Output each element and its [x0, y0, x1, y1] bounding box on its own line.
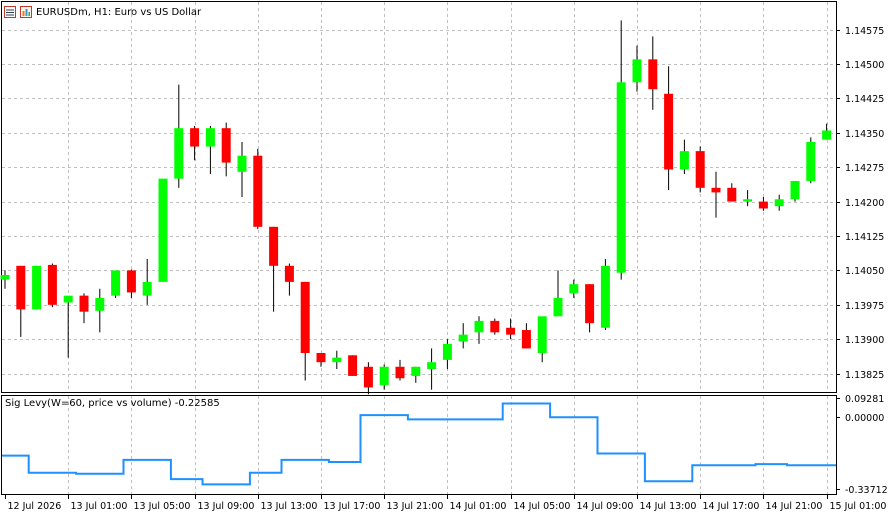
price-tick-label: 1.14275 — [845, 163, 884, 174]
candle-bull — [774, 199, 784, 207]
candle-bear — [648, 59, 658, 90]
candle-bull — [174, 128, 184, 179]
price-tick-label: 1.14350 — [845, 129, 884, 140]
indicator-tick-label: 0.09281 — [845, 394, 884, 405]
price-tick-label: 1.13975 — [845, 301, 884, 312]
candle-bull — [95, 297, 105, 311]
candle-bear — [727, 187, 737, 202]
candle-bull — [458, 334, 468, 342]
candle-bear — [47, 264, 57, 305]
time-tick-label: 13 Jul 17:00 — [324, 501, 381, 512]
candle-bear — [664, 93, 674, 170]
candle-bull — [32, 265, 42, 310]
time-tick-label: 13 Jul 05:00 — [134, 501, 191, 512]
candle-bull — [205, 128, 215, 147]
candle-bull — [63, 295, 73, 303]
candle-bear — [585, 284, 595, 324]
candle-bull — [332, 357, 342, 363]
indicator-title: Sig Levy(W=60, price vs volume) -0.22585 — [5, 398, 220, 409]
candle-bull — [679, 151, 689, 170]
time-tick-label: 13 Jul 13:00 — [261, 501, 318, 512]
candle-bear — [711, 187, 721, 193]
time-tick-label: 12 Jul 2026 — [8, 501, 62, 512]
time-tick-label: 13 Jul 21:00 — [387, 501, 444, 512]
candle-bear — [16, 265, 26, 310]
indicator-tick-label: -0.33712 — [845, 485, 888, 496]
time-tick-label: 14 Jul 09:00 — [577, 501, 634, 512]
time-tick-label: 14 Jul 01:00 — [450, 501, 507, 512]
price-pane-frame — [1, 1, 837, 393]
candle-bull — [142, 281, 152, 296]
time-tick-label: 13 Jul 09:00 — [198, 501, 255, 512]
time-tick-label: 14 Jul 17:00 — [703, 501, 760, 512]
indicator-axis: 0.09281 0.00000 -0.33712 — [836, 394, 888, 496]
candle-bear — [506, 327, 516, 335]
indicator-tick-label: 0.00000 — [845, 413, 884, 424]
time-tick-label: 14 Jul 05:00 — [514, 501, 571, 512]
candle-bear — [316, 353, 326, 363]
candle-bear — [221, 128, 231, 163]
candle-bull — [743, 199, 753, 202]
candle-bull — [806, 141, 816, 181]
candle-bull — [569, 284, 579, 294]
chart-canvas[interactable]: 1.14575 1.14500 1.14425 1.14350 1.14275 1.142… — [0, 0, 892, 518]
candle-bear — [300, 281, 310, 353]
candle-bull — [600, 265, 610, 328]
time-tick-label: 15 Jul 01:00 — [830, 501, 887, 512]
candle-bear — [395, 366, 405, 379]
chart-properties-icon[interactable] — [20, 6, 32, 18]
price-tick-label: 1.14425 — [845, 94, 884, 105]
candle-bull — [537, 316, 547, 353]
candle-bull — [442, 343, 452, 360]
candle-bull — [111, 270, 121, 296]
candle-bear — [79, 295, 89, 312]
chart-title: EURUSDm, H1: Euro vs US Dollar — [36, 6, 202, 18]
candle-bull — [379, 366, 389, 386]
candle-bear — [348, 355, 358, 376]
price-tick-label: 1.14050 — [845, 266, 884, 277]
time-tick-label: 14 Jul 21:00 — [766, 501, 823, 512]
chart-header: EURUSDm, H1: Euro vs US Dollar — [4, 3, 201, 21]
candle-bull — [632, 59, 642, 83]
price-tick-label: 1.14125 — [845, 232, 884, 243]
candle-bear — [126, 270, 136, 293]
candle-bull — [474, 320, 484, 333]
time-tick-label: 14 Jul 13:00 — [640, 501, 697, 512]
candle-bull — [553, 297, 563, 317]
chart-window[interactable]: 1.14575 1.14500 1.14425 1.14350 1.14275 1.142… — [0, 0, 892, 518]
candle-bear — [521, 330, 531, 349]
candle-bull — [237, 155, 247, 172]
candle-bull — [822, 130, 832, 140]
candle-bull — [0, 275, 10, 280]
candle-bull — [411, 366, 421, 376]
chart-window-icon[interactable] — [4, 6, 16, 18]
candle-bear — [490, 320, 500, 333]
price-axis: 1.14575 1.14500 1.14425 1.14350 1.14275 1.142… — [836, 26, 884, 381]
time-axis: 12 Jul 2026 13 Jul 01:00 13 Jul 05:00 13 Ju… — [5, 495, 887, 512]
candle-bull — [158, 178, 168, 282]
price-tick-label: 1.14575 — [845, 26, 884, 37]
indicator-pane-frame — [1, 395, 837, 495]
candle-bull — [790, 180, 800, 200]
price-tick-label: 1.14200 — [845, 198, 884, 209]
candle-bear — [269, 226, 279, 266]
candle-bull — [427, 362, 437, 370]
candle-bear — [695, 151, 705, 188]
time-tick-label: 13 Jul 01:00 — [71, 501, 128, 512]
price-tick-label: 1.13825 — [845, 370, 884, 381]
price-tick-label: 1.13900 — [845, 335, 884, 346]
candle-bear — [363, 366, 373, 388]
candle-bear — [190, 128, 200, 147]
candle-bear — [758, 201, 768, 209]
candle-bear — [253, 155, 263, 227]
candle-bear — [284, 265, 294, 282]
candle-bull — [616, 82, 626, 273]
price-tick-label: 1.14500 — [845, 60, 884, 71]
